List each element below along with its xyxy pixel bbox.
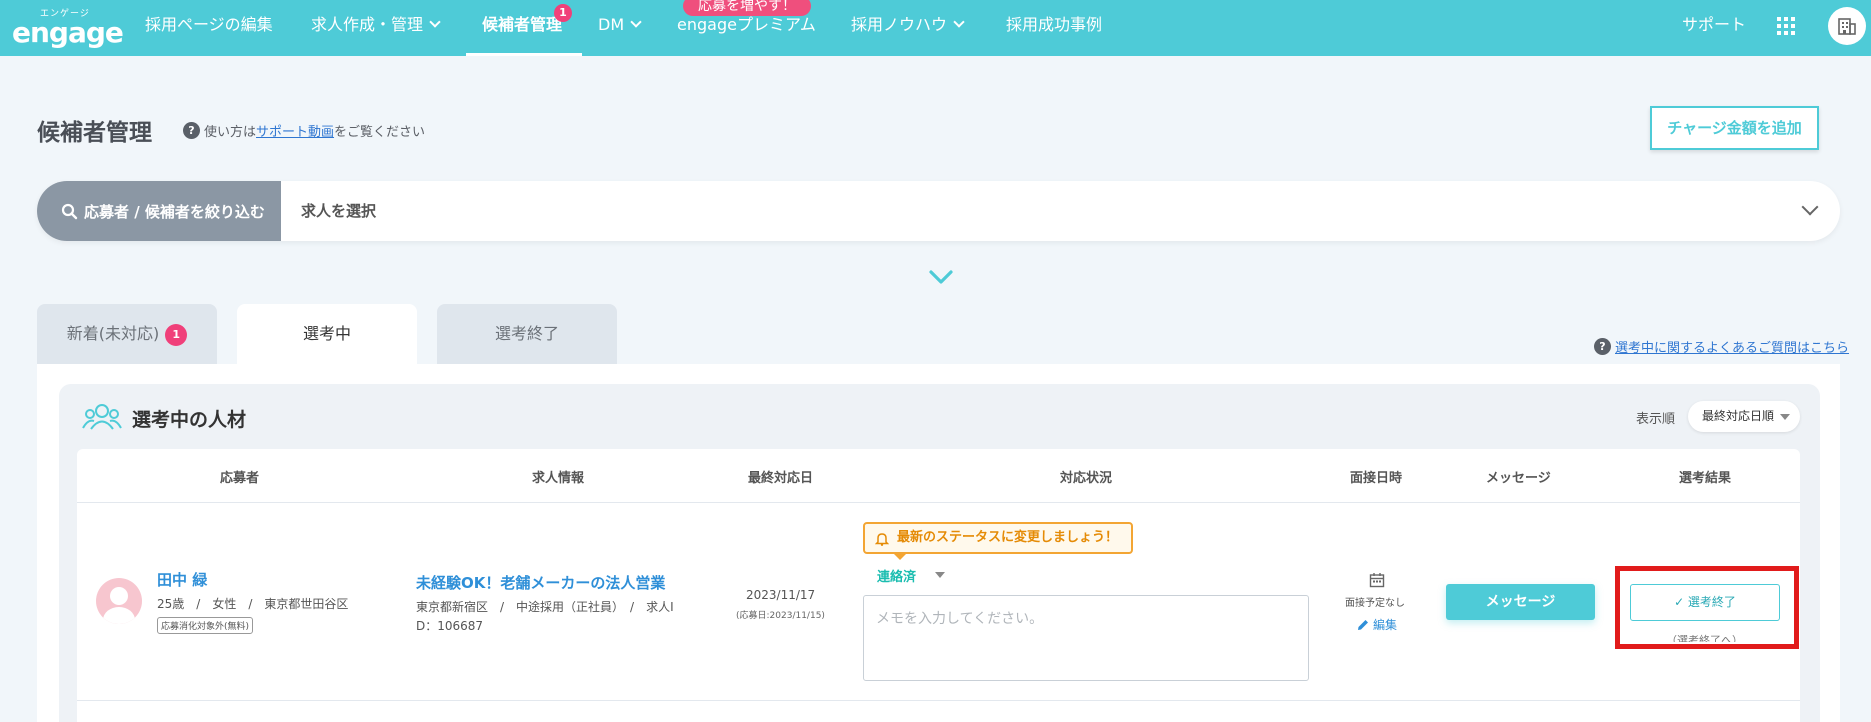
engage-logo[interactable]: エンゲージ engage [12,6,124,50]
sort-label: 表示順 [1636,412,1676,427]
support-link[interactable]: サポート [1682,0,1746,50]
nav-dm[interactable]: DM [598,0,642,56]
nav-label: engageプレミアム [677,15,816,34]
status-tooltip-text: 最新のステータスに変更しましょう！ [897,530,1119,545]
search-icon [61,203,78,219]
support-video-link[interactable]: サポート動画 [256,121,334,140]
logo-text: engage [12,16,124,49]
nav-active-indicator [466,53,582,56]
chevron-down-icon [953,16,965,28]
nav-label: 採用ノウハウ [851,15,948,34]
job-id: D：106687 [416,619,484,633]
add-charge-button[interactable]: チャージ金額を追加 [1650,106,1819,150]
company-avatar[interactable] [1828,7,1866,45]
column-header: 選考結果 [1679,471,1732,486]
section-title: 選考中の人材 [132,409,247,431]
interview-status: 面接予定なし [1345,598,1405,609]
apps-grid-icon[interactable] [1777,17,1795,35]
last-action-date: 2023/11/17 [746,588,816,602]
status-tooltip: 最新のステータスに変更しましょう！ [863,522,1133,560]
edit-interview-link[interactable]: 編集 [1357,616,1397,633]
tab-selection-ended[interactable]: 選考終了 [437,304,617,364]
help-text: ? 使い方は サポート動画 をご覧ください [183,121,425,140]
sort-select[interactable]: 最終対応日順 [1688,401,1800,432]
nav-label: 求人作成・管理 [311,15,424,34]
column-header: メッセージ [1486,471,1551,486]
expand-chevron-icon[interactable] [928,264,954,290]
tab-badge: 1 [165,324,188,346]
column-header: 面接日時 [1350,471,1403,486]
question-icon: ? [183,122,200,139]
people-icon [82,404,122,430]
message-button[interactable]: メッセージ [1446,584,1595,620]
divider [77,502,1800,503]
filter-bar: 応募者 / 候補者を絞り込む 求人を選択 [37,181,1840,241]
applied-date: (応募日:2023/11/15) [736,611,825,621]
chevron-down-icon [630,16,642,28]
end-selection-button[interactable]: ✓ 選考終了 [1630,584,1780,621]
column-header: 応募者 [220,471,260,486]
tab-in-selection[interactable]: 選考中 [237,304,417,364]
nav-label: 候補者管理 [482,15,563,34]
edit-label: 編集 [1373,618,1398,632]
faq-link-text: 選考中に関するよくあるご質問はこちら [1615,341,1850,356]
tab-label: 選考終了 [494,324,559,343]
pencil-icon [1358,619,1368,630]
nav-success-cases[interactable]: 採用成功事例 [1006,0,1102,56]
page-title: 候補者管理 [37,120,152,146]
candidate-meta: 25歳 / 女性 / 東京都世田谷区 [157,597,349,611]
sort-value: 最終対応日順 [1702,409,1775,423]
question-icon: ? [1594,338,1611,355]
filter-label: 応募者 / 候補者を絞り込む [84,202,265,221]
nav-label: 採用成功事例 [1006,15,1103,34]
nav-job-management[interactable]: 求人作成・管理 [311,0,441,56]
column-header: 最終対応日 [748,471,814,486]
column-header: 求人情報 [532,471,585,486]
bell-icon [875,533,889,546]
job-title-link[interactable]: 未経験OK！老舗メーカーの法人営業 [416,572,665,593]
nav-label: 採用ページの編集 [145,15,273,34]
nav-engage-premium[interactable]: engageプレミアム [677,0,816,56]
caret-down-icon[interactable] [935,572,945,578]
nav-notification-badge: 1 [554,4,572,22]
help-prefix: 使い方は [204,125,257,140]
column-header: 対応状況 [1060,471,1113,486]
tab-label: 選考中 [302,324,351,343]
job-meta: 東京都新宿区 / 中途採用（正社員） / 求人I [416,600,674,614]
nav-recruit-page-edit[interactable]: 採用ページの編集 [145,0,273,56]
filter-candidates-button[interactable]: 応募者 / 候補者を絞り込む [37,181,281,241]
nav-candidate-management[interactable]: 候補者管理 [482,0,562,56]
chevron-down-icon [429,16,441,28]
building-icon [1838,18,1856,35]
caret-down-icon [1780,414,1790,420]
candidate-name-link[interactable]: 田中 緑 [157,569,207,590]
tab-new-unhandled[interactable]: 新着(未対応) 1 [37,304,217,364]
job-select[interactable]: 求人を選択 [301,181,376,241]
calendar-icon [1369,573,1385,588]
help-suffix: をご覧ください [334,125,426,140]
nav-label: DM [598,15,625,34]
status-select[interactable]: 連絡済 [877,566,916,585]
memo-input[interactable] [863,595,1309,681]
chevron-down-icon[interactable] [1801,198,1819,216]
end-selection-note: （選考終了へ） [1666,634,1743,642]
tab-label: 新着(未対応) [66,324,160,343]
nav-recruit-knowhow[interactable]: 採用ノウハウ [851,0,965,56]
divider [77,700,1800,701]
avatar [96,578,142,624]
faq-link[interactable]: ? 選考中に関するよくあるご質問はこちら [1594,337,1849,356]
candidate-tag: 応募消化対象外(無料) [157,617,254,634]
